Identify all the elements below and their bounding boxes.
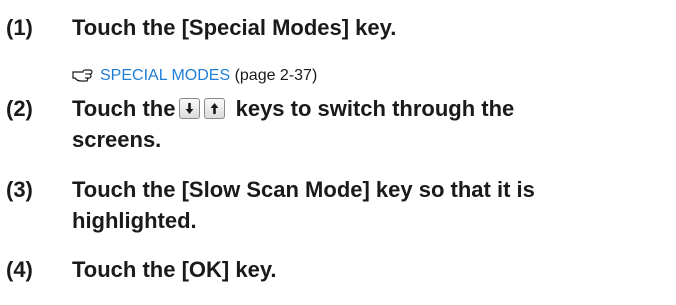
step-number: (1) [6, 15, 33, 40]
step-number: (3) [6, 177, 33, 202]
step-number: (2) [6, 96, 33, 121]
down-arrow-key-icon [179, 98, 201, 119]
step-number: (4) [6, 257, 33, 282]
step-text-before: Touch the [72, 96, 176, 121]
page-reference: (page 2-37) [234, 67, 318, 84]
step-2: (2) Touch the keys to switch through the… [0, 93, 676, 155]
step-text: Touch the [OK] key. [72, 257, 277, 282]
reference-line: SPECIAL MODES (page 2-37) [72, 66, 317, 88]
step-text-line2: screens. [72, 127, 162, 152]
reference-pointer-icon [72, 66, 94, 88]
special-modes-link[interactable]: SPECIAL MODES [100, 67, 230, 84]
arrow-keys [179, 96, 226, 121]
step-3: (3) Touch the [Slow Scan Mode] key so th… [0, 174, 676, 236]
step-1: (1) Touch the [Special Modes] key. SPECI… [0, 12, 676, 84]
step-text-line1: Touch the [Slow Scan Mode] key so that i… [72, 177, 535, 202]
step-text-line2: highlighted. [72, 208, 197, 233]
step-4: (4) Touch the [OK] key. [0, 254, 676, 285]
step-text: Touch the [Special Modes] key. [72, 15, 397, 40]
step-text-after: keys to switch through the [235, 96, 515, 121]
up-arrow-key-icon [204, 98, 226, 119]
